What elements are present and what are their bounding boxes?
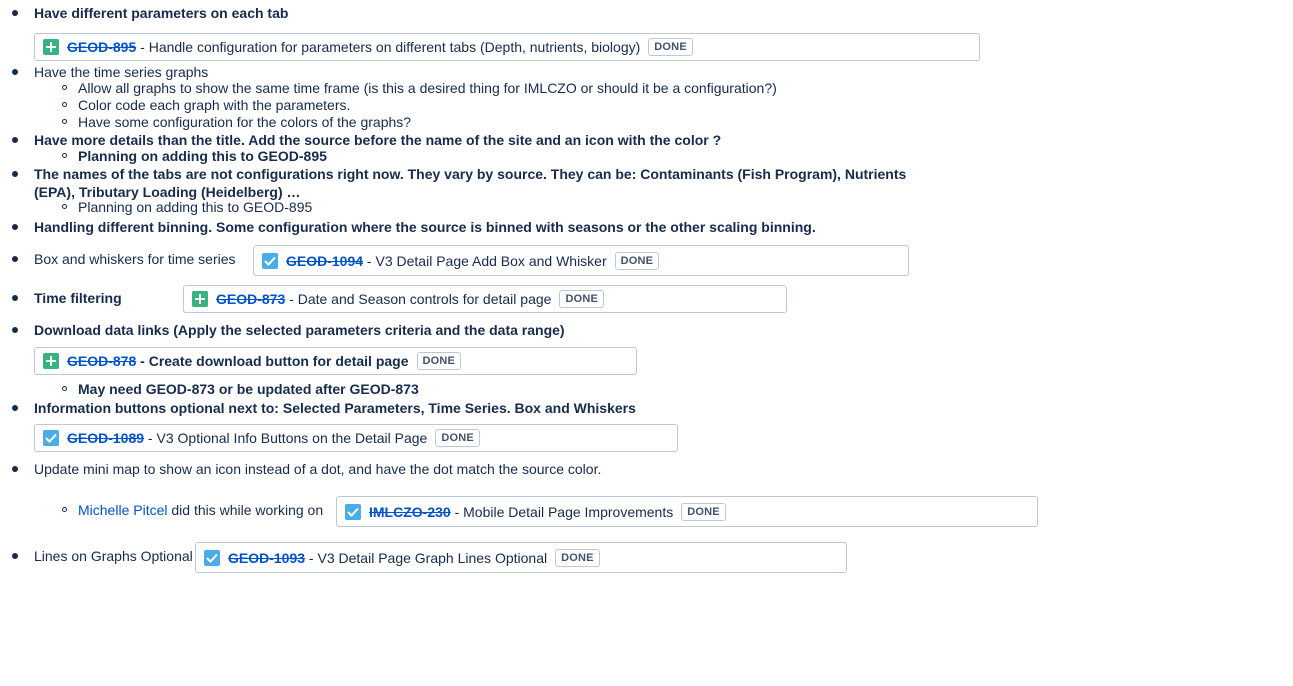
issue-separator: - <box>144 430 157 446</box>
bullet-icon <box>12 405 18 411</box>
status-badge: DONE <box>555 548 600 567</box>
status-badge: DONE <box>648 38 693 56</box>
task-check-icon <box>345 503 361 520</box>
sub-list-item: Have some configuration for the colors o… <box>78 114 412 130</box>
jira-issue-card[interactable]: IMLCZO-230 - Mobile Detail Page Improvem… <box>336 496 1038 527</box>
sub-list-item: Allow all graphs to show the same time f… <box>78 80 777 96</box>
status-badge: DONE <box>416 352 462 370</box>
sub-list-item: Planning on adding this to GEOD-895 <box>78 199 313 215</box>
issue-summary: V3 Detail Page Add Box and Whisker <box>375 252 607 269</box>
issue-summary: Handle configuration for parameters on d… <box>148 39 641 55</box>
status-badge: DONE <box>614 251 660 270</box>
sub-bullet-icon <box>62 507 67 512</box>
bullet-icon <box>12 171 18 177</box>
task-check-icon <box>204 549 220 566</box>
issue-key-link[interactable]: IMLCZO-230 <box>369 504 451 520</box>
issue-key-link[interactable]: GEOD-1094 <box>286 253 363 269</box>
list-item: Box and whiskers for time series <box>34 251 236 267</box>
status-badge: DONE <box>435 429 480 447</box>
issue-key-link[interactable]: GEOD-1089 <box>67 430 144 446</box>
issue-separator: - <box>136 353 149 369</box>
jira-issue-card[interactable]: GEOD-1089 - V3 Optional Info Buttons on … <box>34 424 678 452</box>
list-item-line-1: The names of the tabs are not configurat… <box>34 166 907 182</box>
issue-summary: Create download button for detail page <box>148 353 409 369</box>
issue-key-link[interactable]: GEOD-873 <box>216 291 285 307</box>
sub-bullet-icon <box>62 386 67 391</box>
sub-list-item: Planning on adding this to GEOD-895 <box>78 148 327 164</box>
issue-summary: V3 Detail Page Graph Lines Optional <box>317 549 548 566</box>
task-check-icon <box>43 430 59 446</box>
story-plus-icon <box>192 291 208 307</box>
issue-separator: - <box>363 252 376 269</box>
list-item: Have the time series graphs <box>34 64 209 80</box>
bullet-icon <box>12 295 18 301</box>
bullet-icon <box>12 327 18 333</box>
list-item: Time filtering <box>34 290 122 306</box>
issue-summary: Mobile Detail Page Improvements <box>463 503 674 520</box>
sub-bullet-icon <box>62 119 67 124</box>
sub-bullet-icon <box>62 85 67 90</box>
jira-issue-card[interactable]: GEOD-1093 - V3 Detail Page Graph Lines O… <box>195 542 847 573</box>
issue-key-link[interactable]: GEOD-1093 <box>228 550 305 566</box>
jira-issue-card[interactable]: GEOD-878 - Create download button for de… <box>34 347 637 375</box>
issue-key-link[interactable]: GEOD-895 <box>67 39 136 55</box>
bullet-icon <box>12 69 18 75</box>
list-item: Lines on Graphs Optional <box>34 548 193 564</box>
story-plus-icon <box>43 353 59 369</box>
issue-summary: V3 Optional Info Buttons on the Detail P… <box>156 430 428 446</box>
issue-separator: - <box>136 39 149 55</box>
issue-separator: - <box>285 291 298 307</box>
list-item: Update mini map to show an icon instead … <box>34 461 602 477</box>
jira-issue-card[interactable]: GEOD-873 - Date and Season controls for … <box>183 285 787 313</box>
list-item: Handling different binning. Some configu… <box>34 219 816 235</box>
sub-list-item-text: did this while working on <box>167 502 324 518</box>
jira-issue-card[interactable]: GEOD-895 - Handle configuration for para… <box>34 33 980 61</box>
issue-separator: - <box>450 503 464 520</box>
bullet-icon <box>12 10 18 16</box>
issue-separator: - <box>305 549 318 566</box>
jira-issue-card[interactable]: GEOD-1094 - V3 Detail Page Add Box and W… <box>253 245 909 276</box>
bullet-icon <box>12 137 18 143</box>
bullet-icon <box>12 256 18 262</box>
status-badge: DONE <box>681 502 726 521</box>
sub-list-item: Color code each graph with the parameter… <box>78 97 351 113</box>
sub-list-item: Michelle Pitcel did this while working o… <box>78 502 323 519</box>
sub-bullet-icon <box>62 102 67 107</box>
sub-bullet-icon <box>62 153 67 158</box>
bullet-icon <box>12 553 18 559</box>
sub-bullet-icon <box>62 204 67 209</box>
issue-summary: Date and Season controls for detail page <box>297 291 552 307</box>
user-mention-link[interactable]: Michelle Pitcel <box>78 502 167 518</box>
status-badge: DONE <box>559 290 605 308</box>
list-item: Download data links (Apply the selected … <box>34 322 565 338</box>
list-item: Information buttons optional next to: Se… <box>34 400 636 416</box>
bullet-icon <box>12 224 18 230</box>
story-plus-icon <box>43 39 59 55</box>
bullet-icon <box>12 466 18 472</box>
issue-key-link[interactable]: GEOD-878 <box>67 353 136 369</box>
list-item: Have more details than the title. Add th… <box>34 132 722 148</box>
sub-list-item: May need GEOD-873 or be updated after GE… <box>78 381 419 397</box>
task-check-icon <box>262 252 278 269</box>
list-item: Have different parameters on each tab <box>34 5 289 21</box>
